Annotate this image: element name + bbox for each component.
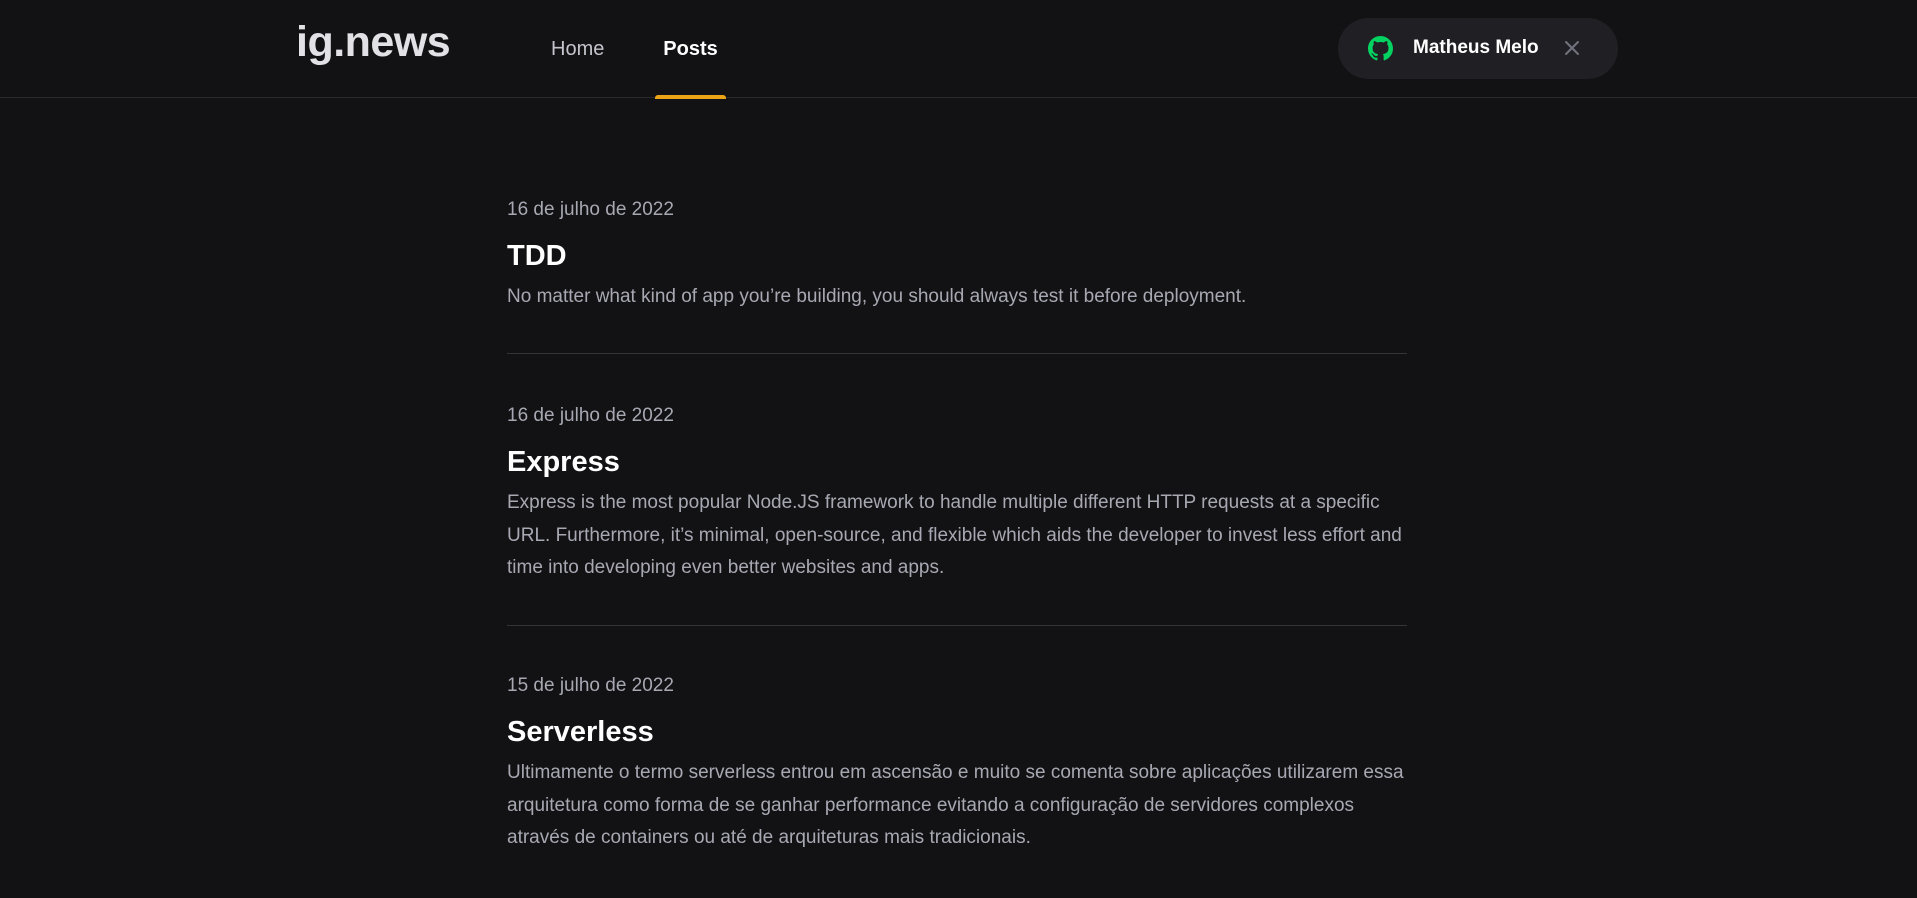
post-title: Serverless [507, 716, 654, 748]
nav-link-posts-label: Posts [663, 37, 718, 60]
github-icon [1368, 36, 1393, 61]
post-item[interactable]: 16 de julho de 2022 Express Express is t… [507, 354, 1407, 625]
close-icon[interactable] [1563, 39, 1581, 57]
logo[interactable]: ig.news [296, 18, 451, 67]
post-excerpt: No matter what kind of app you’re buildi… [507, 286, 1247, 307]
active-nav-indicator [655, 95, 726, 99]
nav-link-posts[interactable]: Posts [655, 0, 726, 99]
posts-list: 16 de julho de 2022 TDD No matter what k… [507, 194, 1407, 855]
nav-link-home[interactable]: Home [551, 0, 604, 98]
post-item[interactable]: 15 de julho de 2022 Serverless Ultimamen… [507, 626, 1407, 855]
sign-in-button[interactable]: Matheus Melo [1338, 18, 1618, 79]
post-title: Express [507, 446, 620, 478]
header: ig.news Home Posts Matheus Melo [0, 0, 1917, 99]
post-date: 16 de julho de 2022 [507, 405, 674, 426]
post-excerpt: Ultimamente o termo serverless entrou em… [507, 762, 1404, 848]
post-title: TDD [507, 240, 567, 272]
post-date: 15 de julho de 2022 [507, 675, 674, 696]
user-name: Matheus Melo [1413, 37, 1539, 58]
post-date: 16 de julho de 2022 [507, 199, 674, 220]
post-excerpt: Express is the most popular Node.JS fram… [507, 492, 1402, 578]
post-item[interactable]: 16 de julho de 2022 TDD No matter what k… [507, 194, 1407, 353]
